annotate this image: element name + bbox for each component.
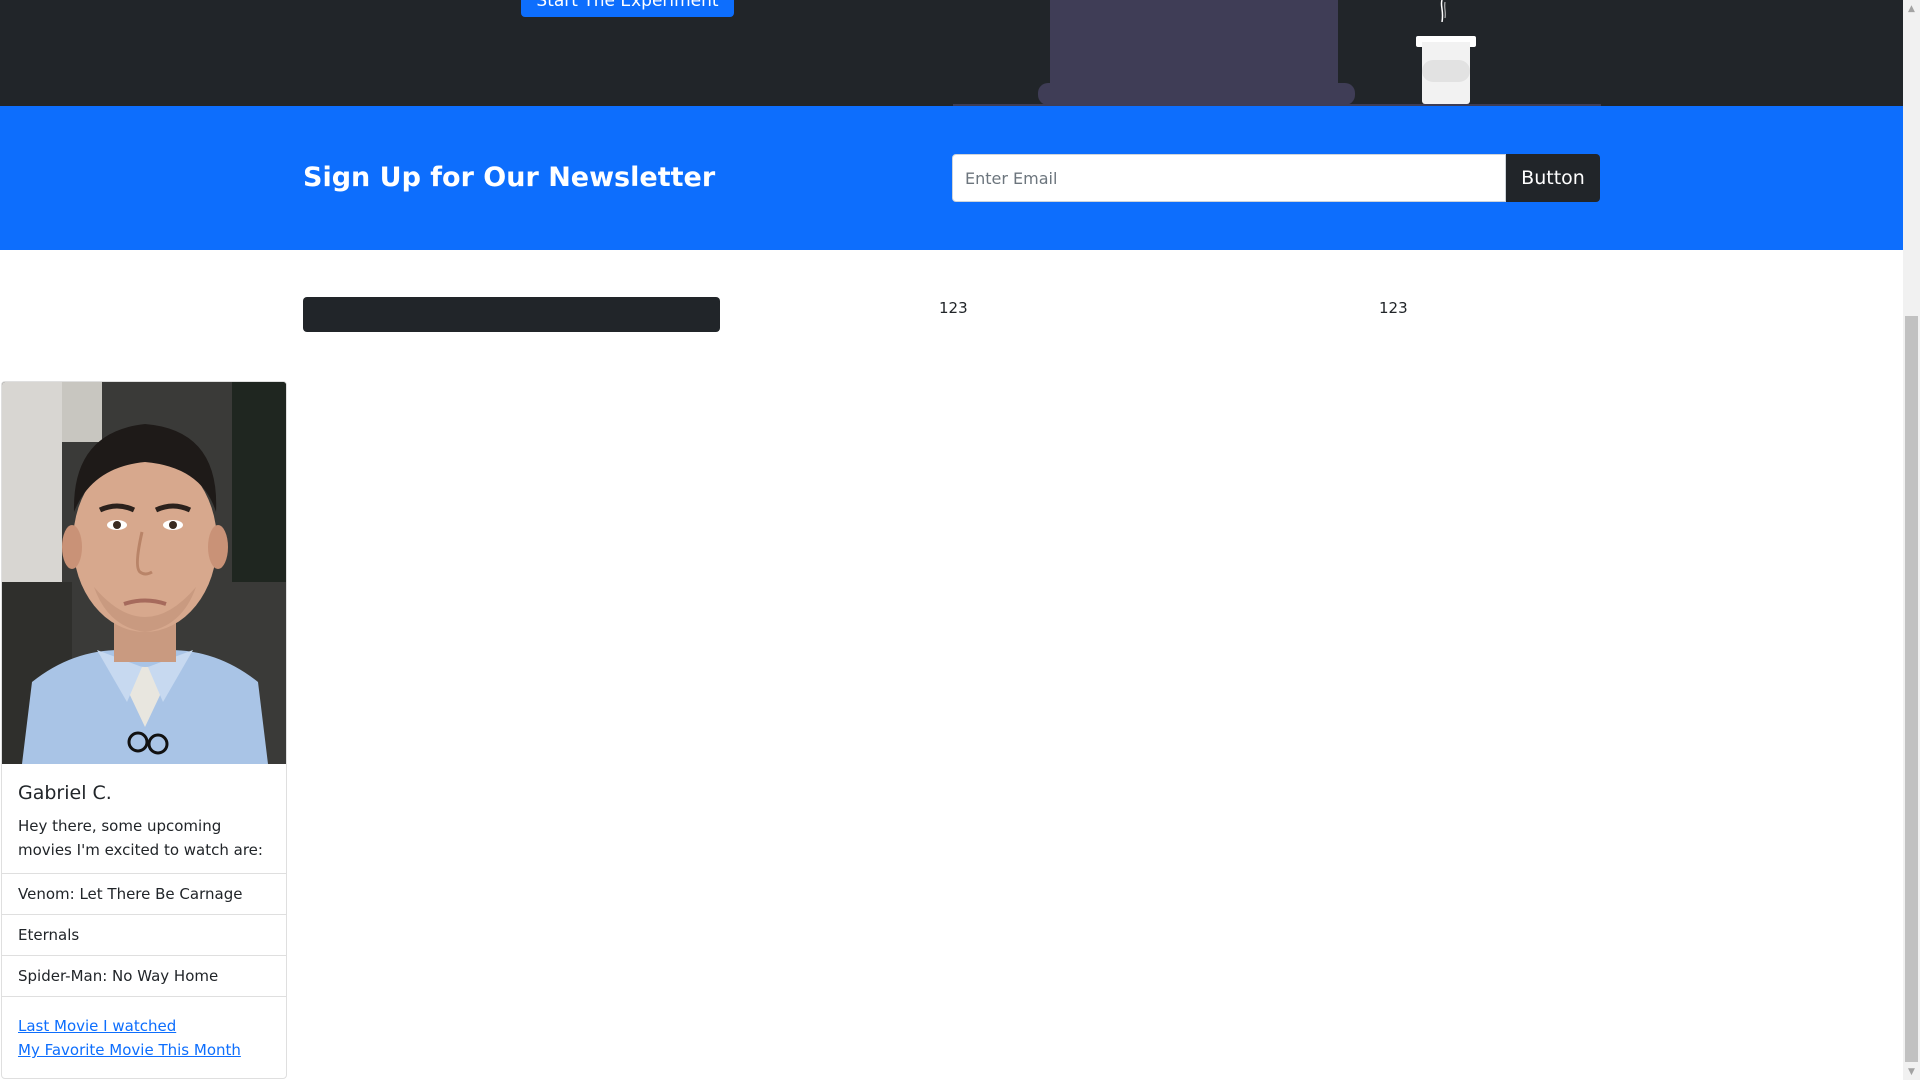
cup-sleeve-shape (1422, 60, 1470, 82)
scroll-down-arrow-icon[interactable]: ▼ (1903, 1063, 1920, 1080)
movie-list: Venom: Let There Be Carnage Eternals Spi… (2, 874, 286, 997)
monitor-shape (1050, 0, 1338, 88)
start-experiment-button[interactable]: Start The Experiment (521, 0, 734, 17)
hero-section: Start The Experiment (0, 0, 1903, 106)
subscribe-button[interactable]: Button (1506, 154, 1600, 202)
stat-value-2: 123 (1379, 299, 1408, 317)
profile-card: Gabriel C. Hey there, some upcoming movi… (1, 381, 287, 1079)
monitor-stand-shape (1038, 83, 1355, 105)
favorite-movie-link[interactable]: My Favorite Movie This Month (18, 1038, 270, 1062)
scrollbar-thumb[interactable] (1905, 316, 1918, 1062)
newsletter-title: Sign Up for Our Newsletter (303, 162, 716, 193)
steam-icon (1440, 0, 1446, 22)
last-movie-link[interactable]: Last Movie I watched (18, 1014, 270, 1038)
portrait-image (2, 382, 286, 764)
profile-name: Gabriel C. (18, 782, 112, 804)
email-input[interactable] (952, 154, 1506, 202)
list-item: Eternals (2, 915, 286, 956)
profile-photo (2, 382, 286, 764)
stat-value-1: 123 (939, 299, 968, 317)
scroll-up-arrow-icon[interactable]: ▲ (1903, 0, 1920, 17)
card-links: Last Movie I watched My Favorite Movie T… (2, 997, 286, 1078)
vertical-scrollbar[interactable]: ▲ ▼ (1903, 0, 1920, 1080)
newsletter-section: Sign Up for Our Newsletter Button (0, 106, 1903, 250)
profile-intro: Hey there, some upcoming movies I'm exci… (18, 817, 263, 859)
dark-block (303, 297, 720, 332)
list-item: Spider-Man: No Way Home (2, 956, 286, 997)
list-item: Venom: Let There Be Carnage (2, 874, 286, 915)
card-body: Gabriel C. Hey there, some upcoming movi… (2, 764, 286, 874)
